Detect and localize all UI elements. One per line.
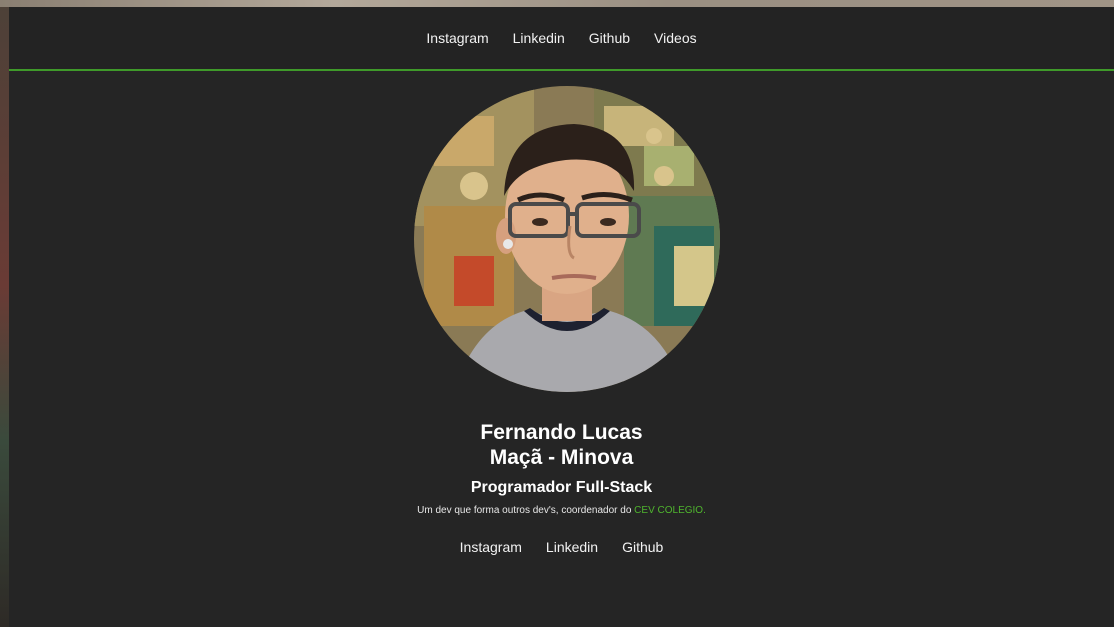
profile-role: Programador Full-Stack	[470, 479, 653, 496]
social-links: Instagram Linkedin Github	[9, 539, 1114, 555]
top-background-strip	[0, 0, 1114, 7]
social-link-linkedin[interactable]: Linkedin	[546, 539, 598, 555]
bio-text: Um dev que forma outros dev's, coordenad…	[417, 505, 635, 516]
bio-highlight-link[interactable]: CEV COLEGIO.	[634, 505, 706, 516]
nav-link-github[interactable]: Github	[589, 30, 630, 46]
social-link-instagram[interactable]: Instagram	[460, 539, 522, 555]
profile-page: Instagram Linkedin Github Videos Fernand…	[9, 7, 1114, 627]
profile-bio: Um dev que forma outros dev's, coordenad…	[9, 505, 1114, 516]
nav-link-linkedin[interactable]: Linkedin	[513, 30, 565, 46]
profile-name: Fernando Lucas Maçã - Minova	[9, 420, 1114, 470]
left-background-edge	[0, 7, 9, 627]
avatar-photo	[414, 86, 720, 392]
window-frame: Instagram Linkedin Github Videos Fernand…	[0, 0, 1114, 627]
profile-avatar	[414, 86, 720, 392]
top-navbar: Instagram Linkedin Github Videos	[9, 7, 1114, 71]
nav-link-videos[interactable]: Videos	[654, 30, 697, 46]
nav-link-instagram[interactable]: Instagram	[426, 30, 488, 46]
social-link-github[interactable]: Github	[622, 539, 663, 555]
profile-name-line2: Maçã - Minova	[489, 446, 634, 469]
profile-name-line1: Fernando Lucas	[480, 421, 643, 444]
